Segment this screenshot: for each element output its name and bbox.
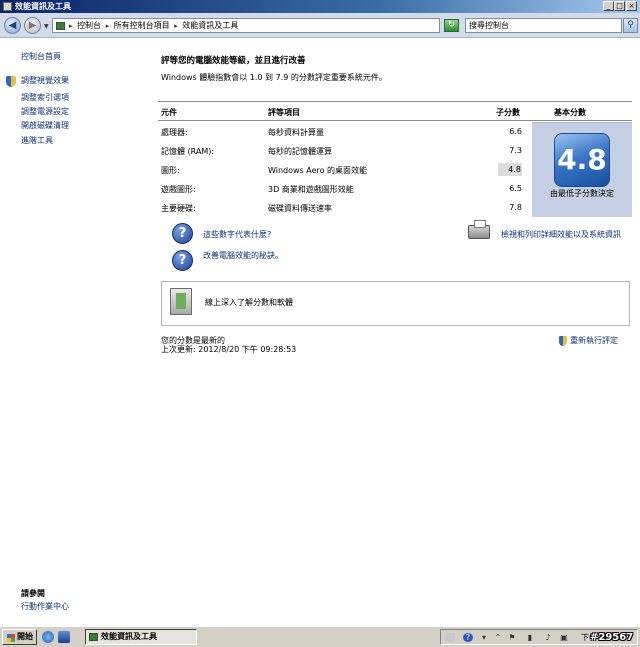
refresh-button[interactable]: ↻ <box>444 19 459 32</box>
subscore-value: 4.8 <box>498 163 522 176</box>
learn-more-link[interactable]: 線上深入了解分數和軟體 <box>205 297 293 308</box>
control-panel-icon <box>56 22 65 30</box>
sidebar-item-action-center[interactable]: 行動作業中心 <box>21 601 69 612</box>
header-basescore: 基本分數 <box>554 108 586 117</box>
learn-more-box[interactable]: 線上深入了解分數和軟體 <box>161 281 630 326</box>
watermark: #29567 <box>590 632 634 643</box>
chevron-down-icon[interactable]: ▾ <box>479 633 489 642</box>
sidebar-item-indexing[interactable]: 調整索引選項 <box>21 92 69 103</box>
help-icon[interactable]: ? <box>172 223 193 244</box>
last-updated: 上次更新: 2012/8/20 下午 09:28:53 <box>161 345 297 354</box>
breadcrumb: ▸ 控制台 ▸ 所有控制台項目 ▸ 效能資訊及工具 <box>69 21 240 31</box>
subscore-value: 7.3 <box>509 146 522 155</box>
start-label: 開始 <box>17 632 33 641</box>
breadcrumb-separator: ▸ <box>105 22 110 30</box>
control-panel-icon <box>89 633 98 641</box>
maximize-button[interactable]: □ <box>614 1 625 11</box>
subscore-value: 6.6 <box>509 127 522 136</box>
component-name: 處理器: <box>161 128 188 137</box>
header-component: 元件 <box>161 108 177 117</box>
close-button[interactable]: × <box>626 1 637 11</box>
table-row: 處理器: 每秒資料計算量 6.6 <box>158 123 524 142</box>
base-score-panel: 4.8 由最低子分數決定 <box>532 122 632 217</box>
address-field[interactable]: ▸ 控制台 ▸ 所有控制台項目 ▸ 效能資訊及工具 ▼ <box>52 18 488 33</box>
performance-tips-link[interactable]: 改善電腦效能的秘訣。 <box>203 250 283 261</box>
what-numbers-mean-link[interactable]: 這些數字代表什麼? <box>203 229 271 240</box>
rerun-assessment-link[interactable]: 重新執行評定 <box>570 335 618 346</box>
software-scores-icon <box>170 288 192 315</box>
breadcrumb-performance[interactable]: 效能資訊及工具 <box>182 21 238 30</box>
forward-button[interactable]: ▶ <box>24 17 41 34</box>
header-subscore: 子分數 <box>496 108 520 117</box>
intro-text: Windows 體驗指數會以 1.0 到 7.9 的分數評定重要系統元件。 <box>161 73 387 82</box>
breadcrumb-separator: ▸ <box>174 22 178 30</box>
start-button[interactable]: 開始 <box>2 629 37 645</box>
chevron-up-icon[interactable]: ⌃ <box>493 633 503 642</box>
rating-description: 每秒的記憶體運算 <box>268 147 332 156</box>
minimize-button[interactable]: _ <box>603 1 614 11</box>
windows-flag-icon <box>7 634 15 642</box>
back-button[interactable]: ◀ <box>4 17 21 34</box>
component-name: 遊戲圖形: <box>161 185 196 194</box>
print-details-link[interactable]: 檢視和列印詳細效能以及系統資訊 <box>501 229 621 240</box>
shield-icon <box>559 336 567 346</box>
recent-pages-dropdown[interactable]: ▼ <box>44 23 49 30</box>
taskbar-window-button[interactable]: 效能資訊及工具 <box>85 629 197 645</box>
search-input[interactable]: 搜尋控制台 <box>465 18 622 33</box>
base-score-caption: 由最低子分數決定 <box>550 189 614 198</box>
base-score-badge: 4.8 <box>554 133 610 187</box>
table-row: 遊戲圖形: 3D 商業和遊戲圖形效能 6.5 <box>158 180 524 199</box>
component-name: 圖形: <box>161 166 180 175</box>
table-row: 主要硬碟: 磁碟資料傳送速率 7.8 <box>158 199 524 218</box>
sidebar-item-advanced-tools[interactable]: 進階工具 <box>21 135 53 146</box>
printer-icon[interactable] <box>468 220 490 239</box>
component-name: 主要硬碟: <box>161 204 196 213</box>
table-row: 記憶體 (RAM): 每秒的記憶體運算 7.3 <box>158 142 524 161</box>
rating-description: 每秒資料計算量 <box>268 128 324 137</box>
subscore-value: 6.5 <box>509 184 522 193</box>
main-content: 評等您的電腦效能等級，並且進行改善 Windows 體驗指數會以 1.0 到 7… <box>150 39 640 626</box>
header-rating: 評等項目 <box>268 108 300 117</box>
page-title: 評等您的電腦效能等級，並且進行改善 <box>161 56 306 66</box>
sidebar-item-power[interactable]: 調整電源設定 <box>21 106 69 117</box>
score-table-header: 元件 評等項目 子分數 基本分數 <box>158 101 632 121</box>
help-icon[interactable]: ? <box>463 633 473 642</box>
see-also-heading: 請參閱 <box>21 589 45 598</box>
show-desktop-icon[interactable] <box>58 631 70 643</box>
rating-description: Windows Aero 的桌面效能 <box>268 166 368 175</box>
shield-icon <box>6 76 16 87</box>
address-toolbar: ◀ ▶ ▼ ▸ 控制台 ▸ 所有控制台項目 ▸ 效能資訊及工具 ▼ ↻ 搜尋控制… <box>0 13 640 38</box>
breadcrumb-separator: ▸ <box>69 22 73 30</box>
taskbar-window-label: 效能資訊及工具 <box>101 632 157 641</box>
sidebar: 控制台首頁 調整視覺效果 調整索引選項 調整電源設定 開啟磁碟清理 進階工具 請… <box>0 39 150 626</box>
window-title: 效能資訊及工具 <box>15 2 71 11</box>
sidebar-item-disk-cleanup[interactable]: 開啟磁碟清理 <box>21 120 69 131</box>
keyboard-icon[interactable] <box>445 633 455 642</box>
rating-description: 3D 商業和遊戲圖形效能 <box>268 185 354 194</box>
help-icon[interactable]: ? <box>172 250 193 271</box>
network-icon[interactable]: ▣ <box>559 633 569 642</box>
sidebar-item-visual-effects[interactable]: 調整視覺效果 <box>21 75 69 86</box>
sidebar-item-home[interactable]: 控制台首頁 <box>21 51 61 62</box>
breadcrumb-control-panel[interactable]: 控制台 <box>77 21 101 30</box>
table-row: 圖形: Windows Aero 的桌面效能 4.8 <box>158 161 524 180</box>
flag-icon[interactable]: ⚑ <box>507 633 517 642</box>
internet-explorer-icon[interactable] <box>42 631 54 643</box>
power-icon[interactable]: ▮ <box>525 633 535 642</box>
search-icon[interactable]: ⚲ <box>623 18 638 33</box>
title-bar: 效能資訊及工具 _ □ × <box>0 0 640 13</box>
taskbar: 開始 效能資訊及工具 ? ▾ ⌃ ⚑ ▮ ♪ ▣ 下午 <box>0 626 640 647</box>
breadcrumb-all-items[interactable]: 所有控制台項目 <box>114 21 170 30</box>
volume-icon[interactable]: ♪ <box>543 633 553 642</box>
subscore-value: 7.8 <box>509 203 522 212</box>
rating-description: 磁碟資料傳送速率 <box>268 204 332 213</box>
base-score-value: 4.8 <box>557 143 607 176</box>
component-name: 記憶體 (RAM): <box>161 147 215 156</box>
window-app-icon <box>3 2 12 11</box>
